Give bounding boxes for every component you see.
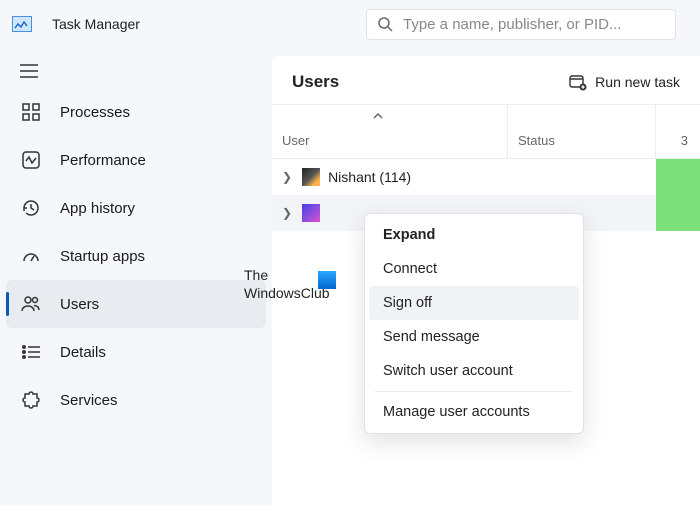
sort-indicator-icon[interactable] <box>372 107 384 125</box>
users-icon <box>20 293 42 315</box>
search-icon <box>377 16 393 32</box>
watermark-text: The WindowsClub <box>244 266 330 302</box>
hamburger-button[interactable] <box>6 54 266 88</box>
sidebar-item-label: Performance <box>60 152 146 169</box>
hamburger-icon <box>20 64 38 78</box>
user-name: Nishant (114) <box>328 169 411 185</box>
page-title: Users <box>292 72 339 92</box>
column-header-end[interactable]: 3 <box>656 105 700 158</box>
gauge-icon <box>20 245 42 267</box>
puzzle-icon <box>20 389 42 411</box>
column-header-status[interactable]: Status <box>508 105 656 158</box>
sidebar-item-label: Processes <box>60 104 130 121</box>
sidebar-item-processes[interactable]: Processes <box>6 88 266 136</box>
sidebar-item-label: Users <box>60 296 99 313</box>
sidebar-item-services[interactable]: Services <box>6 376 266 424</box>
sidebar-item-performance[interactable]: Performance <box>6 136 266 184</box>
sidebar-item-label: Startup apps <box>60 248 145 265</box>
expand-caret-icon[interactable]: ❯ <box>282 170 292 184</box>
search-box[interactable] <box>366 9 676 40</box>
user-row[interactable]: ❯ Nishant (114) <box>272 159 700 195</box>
table-header: User Status 3 <box>272 104 700 159</box>
list-icon <box>20 341 42 363</box>
context-menu-separator <box>375 391 573 392</box>
user-avatar <box>302 204 320 222</box>
context-menu: Expand Connect Sign off Send message Swi… <box>364 213 584 434</box>
app-icon <box>12 16 32 32</box>
main-header: Users Run new task <box>272 56 700 104</box>
metric-cell <box>656 159 700 195</box>
metric-cell <box>656 195 700 231</box>
context-menu-connect[interactable]: Connect <box>369 252 579 286</box>
sidebar-item-label: App history <box>60 200 135 217</box>
sidebar-item-label: Details <box>60 344 106 361</box>
run-task-icon <box>569 73 587 91</box>
grid-icon <box>20 101 42 123</box>
sidebar-item-startup-apps[interactable]: Startup apps <box>6 232 266 280</box>
sidebar-item-details[interactable]: Details <box>6 328 266 376</box>
sidebar-item-users[interactable]: Users <box>6 280 266 328</box>
app-title: Task Manager <box>52 16 140 32</box>
watermark-icon <box>318 271 336 289</box>
search-input[interactable] <box>403 16 665 33</box>
context-menu-manage-users[interactable]: Manage user accounts <box>369 395 579 429</box>
sidebar-item-app-history[interactable]: App history <box>6 184 266 232</box>
context-menu-sign-off[interactable]: Sign off <box>369 286 579 320</box>
run-task-label: Run new task <box>595 74 680 90</box>
context-menu-send-message[interactable]: Send message <box>369 320 579 354</box>
context-menu-switch-user[interactable]: Switch user account <box>369 354 579 388</box>
sidebar-item-label: Services <box>60 392 118 409</box>
title-bar: Task Manager <box>0 0 700 48</box>
run-new-task-button[interactable]: Run new task <box>569 73 680 91</box>
history-icon <box>20 197 42 219</box>
user-avatar <box>302 168 320 186</box>
expand-caret-icon[interactable]: ❯ <box>282 206 292 220</box>
column-header-user[interactable]: User <box>272 105 508 158</box>
context-menu-expand[interactable]: Expand <box>369 218 579 252</box>
activity-icon <box>20 149 42 171</box>
sidebar: Processes Performance App history Startu… <box>0 48 272 505</box>
